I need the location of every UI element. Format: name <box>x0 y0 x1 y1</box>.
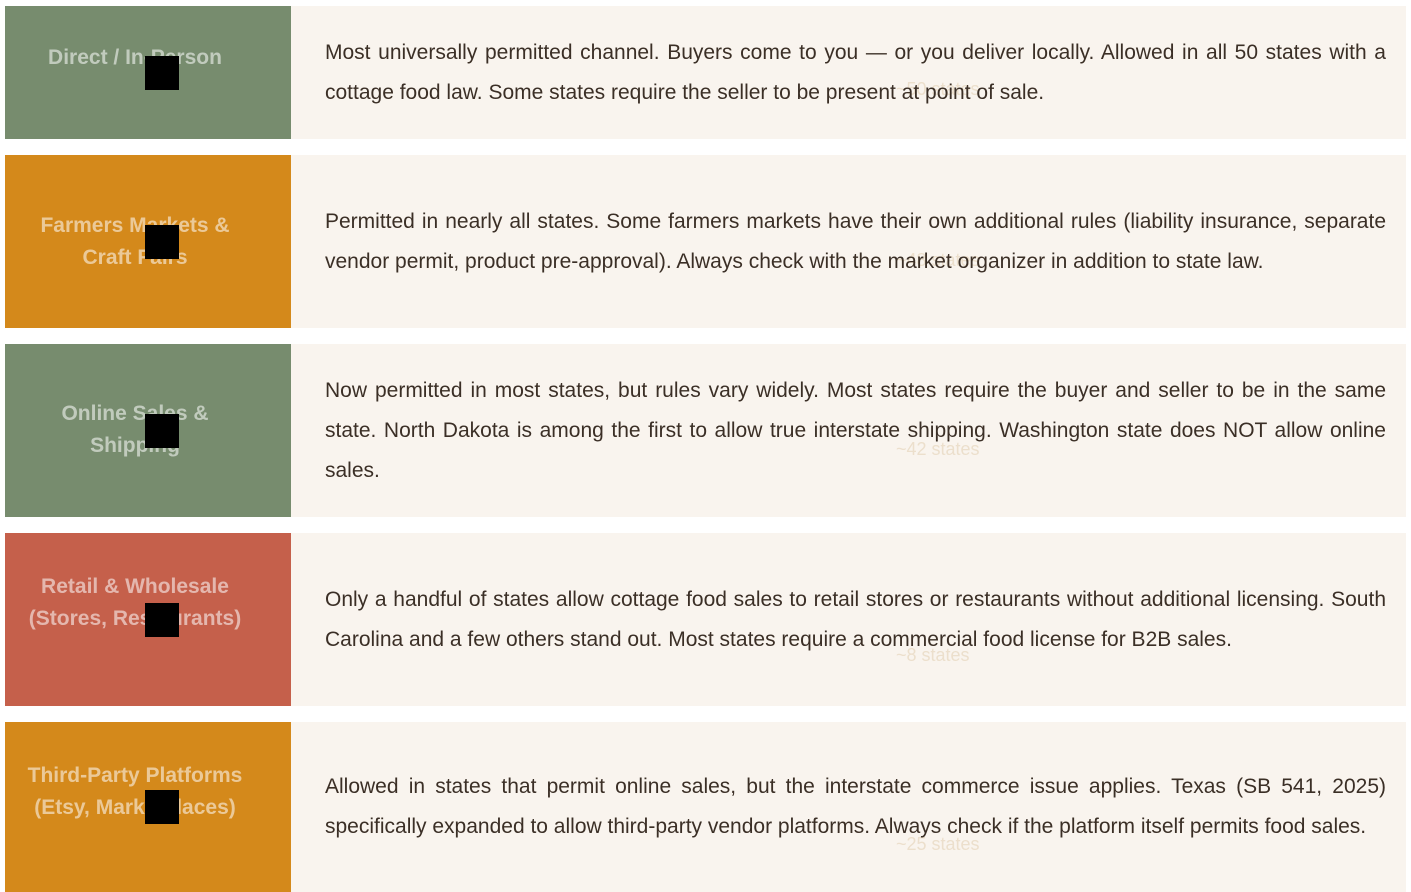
channel-color-panel: Retail & Wholesale (Stores, Restaurants) <box>5 533 291 706</box>
channel-content: ~8 states Only a handful of states allow… <box>291 533 1406 706</box>
channel-icon <box>145 790 179 824</box>
channel-name: Third-Party Platforms (Etsy, Marketplace… <box>27 764 243 819</box>
channel-icon <box>145 55 179 90</box>
channel-icon <box>145 602 179 637</box>
channel-content: ~25 states Allowed in states that permit… <box>291 722 1406 892</box>
channel-icon <box>145 224 179 259</box>
channel-description: Allowed in states that permit online sal… <box>325 775 1386 838</box>
channel-description: Most universally permitted channel. Buye… <box>325 40 1386 104</box>
channel-content: ~42 states Now permitted in most states,… <box>291 344 1406 517</box>
channel-row: Retail & Wholesale (Stores, Restaurants)… <box>5 533 1406 706</box>
channel-color-panel: Farmers Markets & Craft Fairs <box>5 155 291 328</box>
channel-icon <box>145 413 179 448</box>
channel-name: Farmers Markets & Craft Fairs <box>40 214 230 269</box>
channel-row: Online Sales & Shipping ~42 states Now p… <box>5 344 1406 517</box>
channel-description: Only a handful of states allow cottage f… <box>325 587 1386 651</box>
channel-content: ~48 states Permitted in nearly all state… <box>291 155 1406 328</box>
channel-name: Online Sales & Shipping <box>61 402 209 457</box>
channel-name: Retail & Wholesale (Stores, Restaurants) <box>28 575 242 630</box>
channel-color-panel: Direct / In-Person <box>5 6 291 139</box>
channel-description: Permitted in nearly all states. Some far… <box>325 209 1386 273</box>
channel-description: Now permitted in most states, but rules … <box>325 378 1386 482</box>
channel-color-panel: Online Sales & Shipping <box>5 344 291 517</box>
channel-row: Third-Party Platforms (Etsy, Marketplace… <box>5 722 1406 892</box>
channel-color-panel: Third-Party Platforms (Etsy, Marketplace… <box>5 722 291 892</box>
channel-row: Farmers Markets & Craft Fairs ~48 states… <box>5 155 1406 328</box>
channel-row: Direct / In-Person ~50 states Most unive… <box>5 6 1406 139</box>
channel-content: ~50 states Most universally permitted ch… <box>291 6 1406 139</box>
channel-name: Direct / In-Person <box>48 46 222 69</box>
